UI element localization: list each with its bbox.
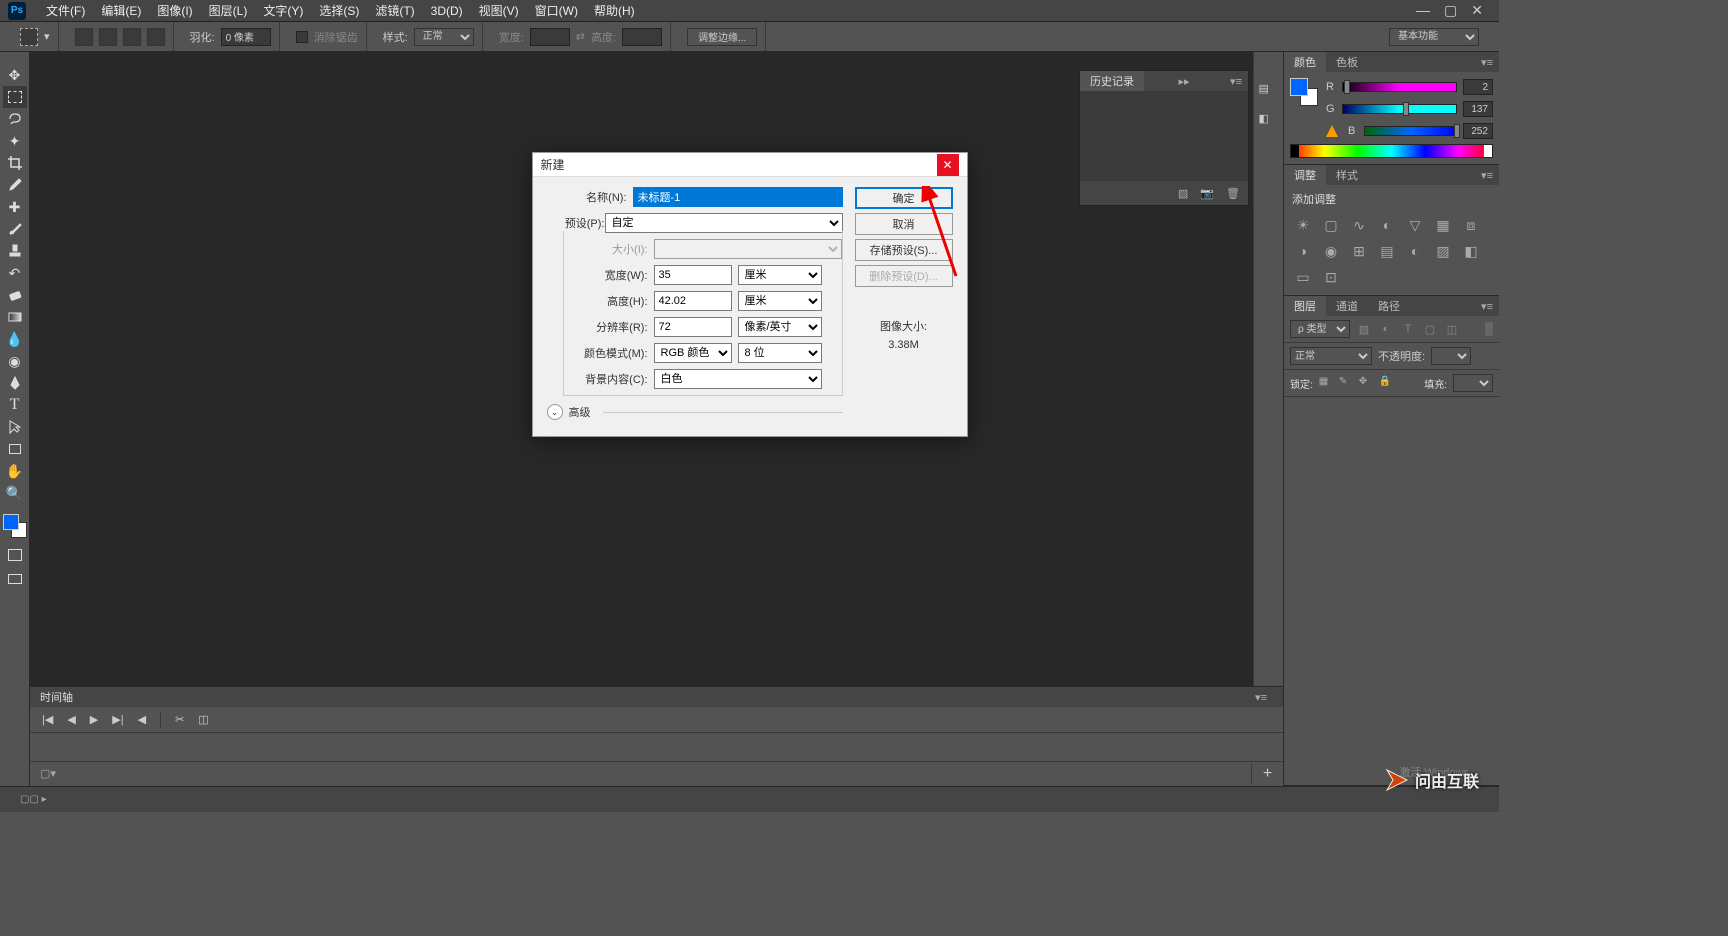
dialog-overlay: 新建 ✕ 名称(N): 预设(P): 自定 大小(I): — [0, 0, 1499, 812]
width-label-dlg: 宽度(W): — [568, 267, 648, 283]
ok-button[interactable]: 确定 — [855, 187, 953, 209]
delete-preset-button: 删除预设(D)... — [855, 265, 953, 287]
resolution-unit-select[interactable]: 像素/英寸 — [738, 317, 822, 337]
cancel-button[interactable]: 取消 — [855, 213, 953, 235]
resolution-label: 分辨率(R): — [568, 319, 648, 335]
background-select[interactable]: 白色 — [654, 369, 822, 389]
dialog-titlebar[interactable]: 新建 ✕ — [533, 153, 967, 177]
doc-size-value: 3.38M — [855, 337, 953, 355]
name-label: 名称(N): — [547, 189, 627, 205]
background-label: 背景内容(C): — [568, 371, 648, 387]
color-depth-select[interactable]: 8 位 — [738, 343, 822, 363]
color-mode-select[interactable]: RGB 颜色 — [654, 343, 732, 363]
preset-select[interactable]: 自定 — [605, 213, 843, 233]
dialog-close-button[interactable]: ✕ — [937, 154, 959, 176]
advanced-toggle[interactable]: ⌄ — [547, 404, 563, 420]
height-unit-select[interactable]: 厘米 — [738, 291, 822, 311]
resolution-input[interactable] — [654, 317, 732, 337]
name-input[interactable] — [633, 187, 843, 207]
doc-size-label: 图像大小: — [855, 319, 953, 337]
width-unit-select[interactable]: 厘米 — [738, 265, 822, 285]
width-input-dlg[interactable] — [654, 265, 732, 285]
dialog-title-text: 新建 — [541, 156, 565, 173]
advanced-label: 高级 — [569, 404, 591, 420]
save-preset-button[interactable]: 存储预设(S)... — [855, 239, 953, 261]
height-input-dlg[interactable] — [654, 291, 732, 311]
color-mode-label: 颜色模式(M): — [568, 345, 648, 361]
size-label: 大小(I): — [568, 241, 648, 257]
size-select — [654, 239, 842, 259]
new-document-dialog: 新建 ✕ 名称(N): 预设(P): 自定 大小(I): — [532, 152, 968, 437]
preset-label: 预设(P): — [547, 215, 605, 231]
height-label-dlg: 高度(H): — [568, 293, 648, 309]
